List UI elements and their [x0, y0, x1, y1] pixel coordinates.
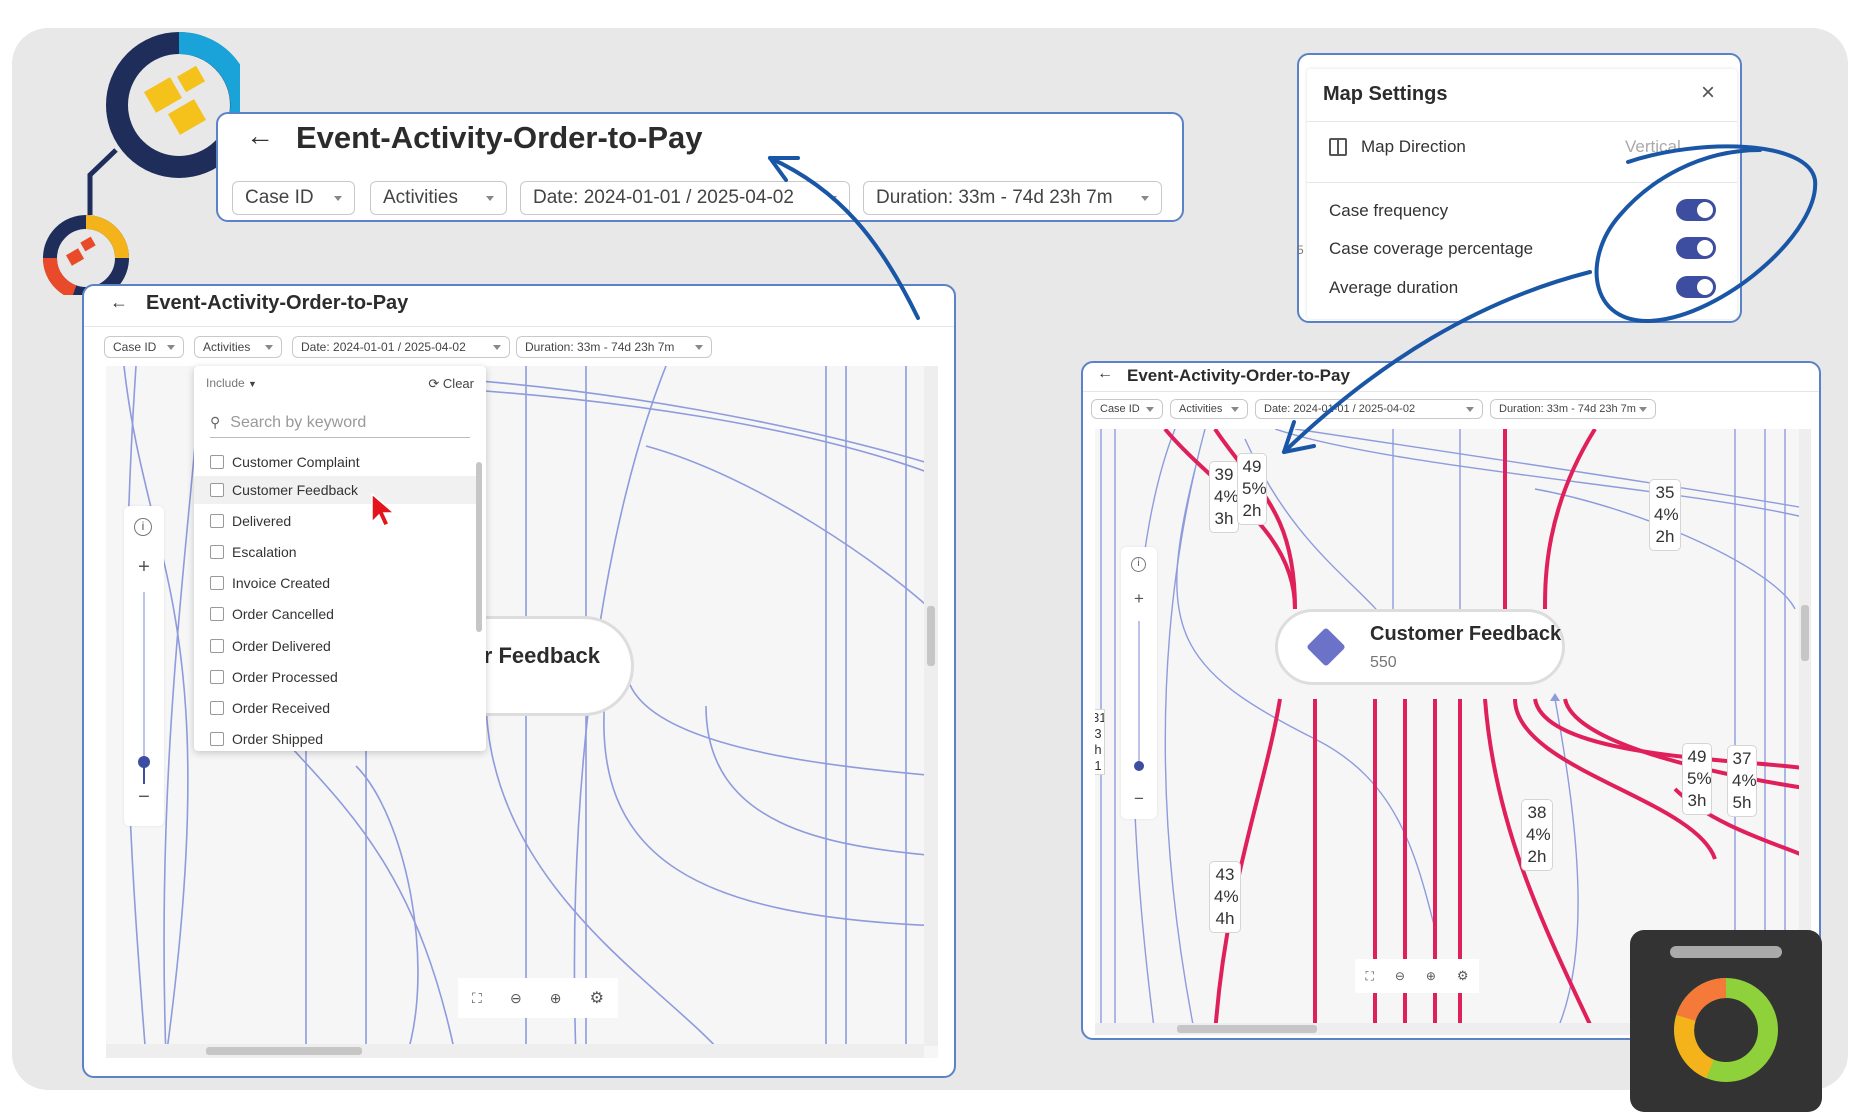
annotation-circle [1594, 144, 1818, 323]
annotation-overlay [768, 144, 1818, 454]
app-icon-bar [1670, 946, 1782, 958]
stage: ← Event-Activity-Order-to-Pay Case ID Ac… [0, 0, 1855, 1120]
donut-chart-icon [1674, 978, 1778, 1082]
app-icon-tile [1630, 930, 1822, 1112]
annotation-arrow-up [768, 156, 920, 320]
annotation-arrow-curve [1282, 270, 1592, 454]
